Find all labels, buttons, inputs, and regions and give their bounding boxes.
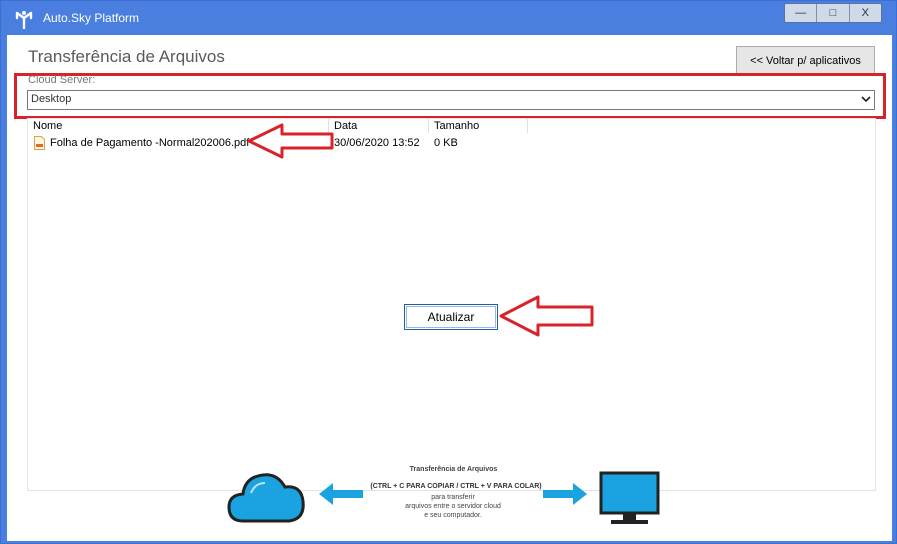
file-date: 30/06/2020 13:52 <box>334 137 420 149</box>
maximize-button[interactable]: □ <box>817 4 850 22</box>
refresh-button-label: Atualizar <box>427 310 475 324</box>
app-window: Auto.Sky Platform — □ X Transferência de… <box>0 0 897 544</box>
banner-shortcut: (CTRL + C PARA COPIAR / CTRL + V PARA CO… <box>370 483 542 490</box>
right-arrow-icon <box>543 483 587 505</box>
cloud-server-label: Cloud Server: <box>28 74 96 86</box>
file-row[interactable]: Folha de Pagamento -Normal202006.pdf 30/… <box>28 136 875 152</box>
app-logo-icon <box>15 11 33 29</box>
file-name: Folha de Pagamento -Normal202006.pdf <box>50 137 250 149</box>
left-arrow-icon <box>319 483 363 505</box>
file-size: 0 KB <box>434 137 458 149</box>
banner-text-line2: arquivos entre o servidor cloud <box>405 503 501 510</box>
file-list[interactable]: Nome Data Tamanho Folha de Pagamento -No… <box>27 118 876 491</box>
cloud-server-select[interactable]: Desktop <box>27 90 875 110</box>
close-button[interactable]: X <box>850 4 881 22</box>
refresh-button[interactable]: Atualizar <box>404 304 498 330</box>
window-title: Auto.Sky Platform <box>43 11 140 25</box>
left-arrow-annotation-file <box>247 123 334 159</box>
banner-text-line3: e seu computador. <box>424 512 482 519</box>
column-header-size[interactable]: Tamanho <box>429 119 528 133</box>
back-to-apps-button[interactable]: << Voltar p/ aplicativos <box>736 46 875 75</box>
monitor-icon <box>599 471 660 524</box>
title-bar[interactable]: Auto.Sky Platform — □ X <box>1 1 896 35</box>
banner-text: para transferir arquivos entre o servido… <box>383 493 523 520</box>
cloud-icon <box>227 473 305 523</box>
main-content: Transferência de Arquivos << Voltar p/ a… <box>7 35 892 541</box>
minimize-button[interactable]: — <box>785 4 818 22</box>
page-title: Transferência de Arquivos <box>28 47 225 66</box>
banner-title: Transferência de Arquivos <box>409 466 498 473</box>
chevron-down-icon <box>861 96 871 103</box>
cloud-server-value: Desktop <box>31 93 72 105</box>
window-controls: — □ X <box>784 3 882 23</box>
column-header-date[interactable]: Data <box>329 119 429 133</box>
left-arrow-annotation-refresh <box>499 295 594 337</box>
banner-text-line1: para transferir <box>431 494 475 501</box>
pdf-file-icon <box>34 136 45 150</box>
